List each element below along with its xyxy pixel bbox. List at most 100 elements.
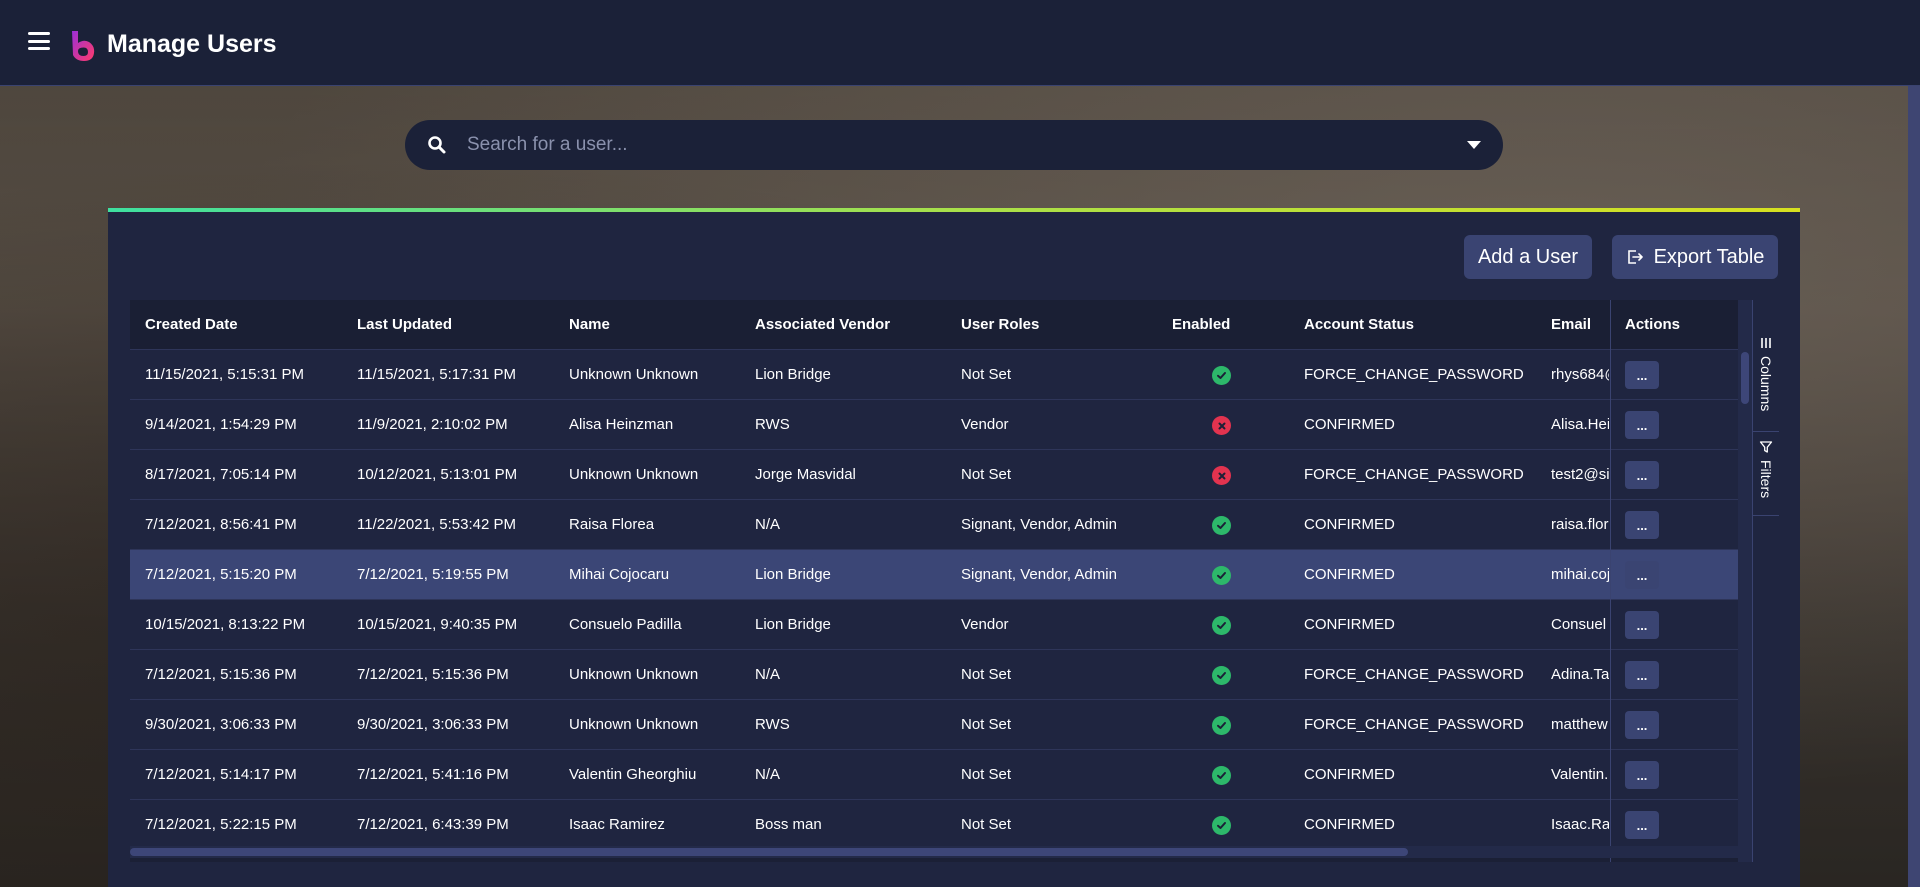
x-circle-icon	[1212, 416, 1231, 435]
cell-user-roles: Vendor	[961, 616, 1009, 633]
cell-email: rhys684@	[1551, 366, 1609, 383]
cell-account-status: CONFIRMED	[1304, 766, 1395, 783]
cell-name: Unknown Unknown	[569, 666, 699, 683]
cell-created-date: 11/15/2021, 5:15:31 PM	[145, 366, 305, 383]
users-table: Created Date Last Updated Name Associate…	[130, 300, 1738, 862]
table-row[interactable]: 7/12/2021, 5:22:15 PM 7/12/2021, 6:43:39 …	[130, 800, 1738, 850]
table-row[interactable]: 7/12/2021, 5:14:17 PM 7/12/2021, 5:41:16 …	[130, 750, 1738, 800]
cell-last-updated: 7/12/2021, 6:43:39 PM	[357, 816, 509, 833]
table-header: Created Date Last Updated Name Associate…	[130, 300, 1738, 350]
cell-name: Mihai Cojocaru	[569, 566, 670, 583]
row-actions-button[interactable]: ...	[1625, 461, 1659, 489]
cell-email: Alisa.Hei	[1551, 416, 1609, 433]
table-row[interactable]: 9/14/2021, 1:54:29 PM 11/9/2021, 2:10:02 …	[130, 400, 1738, 450]
add-user-label: Add a User	[1477, 245, 1579, 268]
cell-account-status: CONFIRMED	[1304, 516, 1395, 533]
top-bar: Manage Users	[0, 0, 1920, 86]
column-header-name[interactable]: Name	[569, 300, 610, 350]
row-actions-button[interactable]: ...	[1625, 611, 1659, 639]
cell-account-status: CONFIRMED	[1304, 566, 1395, 583]
table-row[interactable]: 8/17/2021, 7:05:14 PM 10/12/2021, 5:13:01…	[130, 450, 1738, 500]
column-header-user-roles[interactable]: User Roles	[961, 300, 1039, 350]
hamburger-icon[interactable]	[28, 32, 50, 50]
table-row[interactable]: 9/30/2021, 3:06:33 PM 9/30/2021, 3:06:33 …	[130, 700, 1738, 750]
cell-last-updated: 10/15/2021, 9:40:35 PM	[357, 616, 518, 633]
check-circle-icon	[1212, 666, 1231, 685]
vertical-scrollbar[interactable]	[1738, 300, 1752, 862]
cell-associated-vendor: Lion Bridge	[755, 566, 831, 583]
row-actions-button[interactable]: ...	[1625, 761, 1659, 789]
side-tool-panel: Columns Filters	[1752, 300, 1779, 862]
cell-created-date: 8/17/2021, 7:05:14 PM	[145, 466, 297, 483]
check-circle-icon	[1212, 716, 1231, 735]
table-row[interactable]: 7/12/2021, 5:15:20 PM 7/12/2021, 5:19:55 …	[130, 550, 1738, 600]
logo-icon	[72, 31, 95, 61]
horizontal-scrollbar[interactable]	[130, 846, 1738, 858]
cell-user-roles: Signant, Vendor, Admin	[961, 516, 1117, 533]
search-input[interactable]	[467, 128, 1427, 162]
cell-created-date: 7/12/2021, 8:56:41 PM	[145, 516, 297, 533]
users-panel: Add a User Export Table Created Date Las…	[108, 208, 1800, 887]
cell-email: test2@si	[1551, 466, 1609, 483]
cell-last-updated: 11/15/2021, 5:17:31 PM	[357, 366, 517, 383]
cell-user-roles: Not Set	[961, 716, 1012, 733]
columns-icon	[1761, 338, 1771, 348]
cell-associated-vendor: RWS	[755, 716, 790, 733]
cell-user-roles: Vendor	[961, 416, 1009, 433]
horizontal-scrollbar-thumb[interactable]	[130, 848, 1408, 856]
check-circle-icon	[1212, 766, 1231, 785]
cell-email: Adina.Tap	[1551, 666, 1609, 683]
cell-account-status: CONFIRMED	[1304, 416, 1395, 433]
cell-associated-vendor: N/A	[755, 516, 781, 533]
cell-last-updated: 7/12/2021, 5:19:55 PM	[357, 566, 509, 583]
filters-tab[interactable]: Filters	[1753, 436, 1779, 516]
row-actions-button[interactable]: ...	[1625, 511, 1659, 539]
table-row[interactable]: 11/15/2021, 5:15:31 PM 11/15/2021, 5:17:3…	[130, 350, 1738, 400]
cell-user-roles: Not Set	[961, 766, 1012, 783]
row-actions-button[interactable]: ...	[1625, 411, 1659, 439]
column-header-email[interactable]: Email	[1551, 300, 1591, 350]
cell-email: Consuel	[1551, 616, 1607, 633]
row-actions-button[interactable]: ...	[1625, 711, 1659, 739]
column-header-associated-vendor[interactable]: Associated Vendor	[755, 300, 890, 350]
cell-name: Consuelo Padilla	[569, 616, 682, 633]
cell-email: Valentin.	[1551, 766, 1609, 783]
table-row[interactable]: 7/12/2021, 8:56:41 PM 11/22/2021, 5:53:42…	[130, 500, 1738, 550]
cell-account-status: CONFIRMED	[1304, 616, 1395, 633]
row-actions-button[interactable]: ...	[1625, 811, 1659, 839]
cell-associated-vendor: N/A	[755, 666, 781, 683]
cell-email: Isaac.Ran	[1551, 816, 1609, 833]
cell-created-date: 10/15/2021, 8:13:22 PM	[145, 616, 306, 633]
cell-associated-vendor: Lion Bridge	[755, 616, 831, 633]
row-actions-button[interactable]: ...	[1625, 561, 1659, 589]
row-actions-button[interactable]: ...	[1625, 661, 1659, 689]
x-circle-icon	[1212, 466, 1231, 485]
export-table-button[interactable]: Export Table	[1612, 235, 1778, 279]
cell-user-roles: Not Set	[961, 466, 1012, 483]
column-header-actions[interactable]: Actions	[1625, 300, 1680, 350]
columns-tab[interactable]: Columns	[1753, 330, 1779, 432]
check-circle-icon	[1212, 566, 1231, 585]
add-user-button[interactable]: Add a User	[1464, 235, 1592, 279]
cell-name: Alisa Heinzman	[569, 416, 674, 433]
cell-associated-vendor: Jorge Masvidal	[755, 466, 856, 483]
cell-name: Valentin Gheorghiu	[569, 766, 697, 783]
check-circle-icon	[1212, 616, 1231, 635]
column-header-last-updated[interactable]: Last Updated	[357, 300, 452, 350]
export-icon	[1627, 250, 1643, 264]
vertical-scrollbar-thumb[interactable]	[1741, 352, 1749, 404]
column-header-enabled[interactable]: Enabled	[1172, 300, 1230, 350]
cell-account-status: FORCE_CHANGE_PASSWORD	[1304, 716, 1524, 733]
column-header-account-status[interactable]: Account Status	[1304, 300, 1414, 350]
cell-email: raisa.flore	[1551, 516, 1609, 533]
chevron-down-icon[interactable]	[1467, 141, 1481, 149]
table-row[interactable]: 7/12/2021, 5:15:36 PM 7/12/2021, 5:15:36 …	[130, 650, 1738, 700]
cell-created-date: 9/14/2021, 1:54:29 PM	[145, 416, 297, 433]
check-circle-icon	[1212, 366, 1231, 385]
export-table-label: Export Table	[1653, 245, 1765, 268]
column-header-created-date[interactable]: Created Date	[145, 300, 238, 350]
row-actions-button[interactable]: ...	[1625, 361, 1659, 389]
table-row[interactable]: 10/15/2021, 8:13:22 PM 10/15/2021, 9:40:3…	[130, 600, 1738, 650]
cell-created-date: 7/12/2021, 5:15:36 PM	[145, 666, 297, 683]
filters-tab-label: Filters	[1758, 460, 1774, 499]
